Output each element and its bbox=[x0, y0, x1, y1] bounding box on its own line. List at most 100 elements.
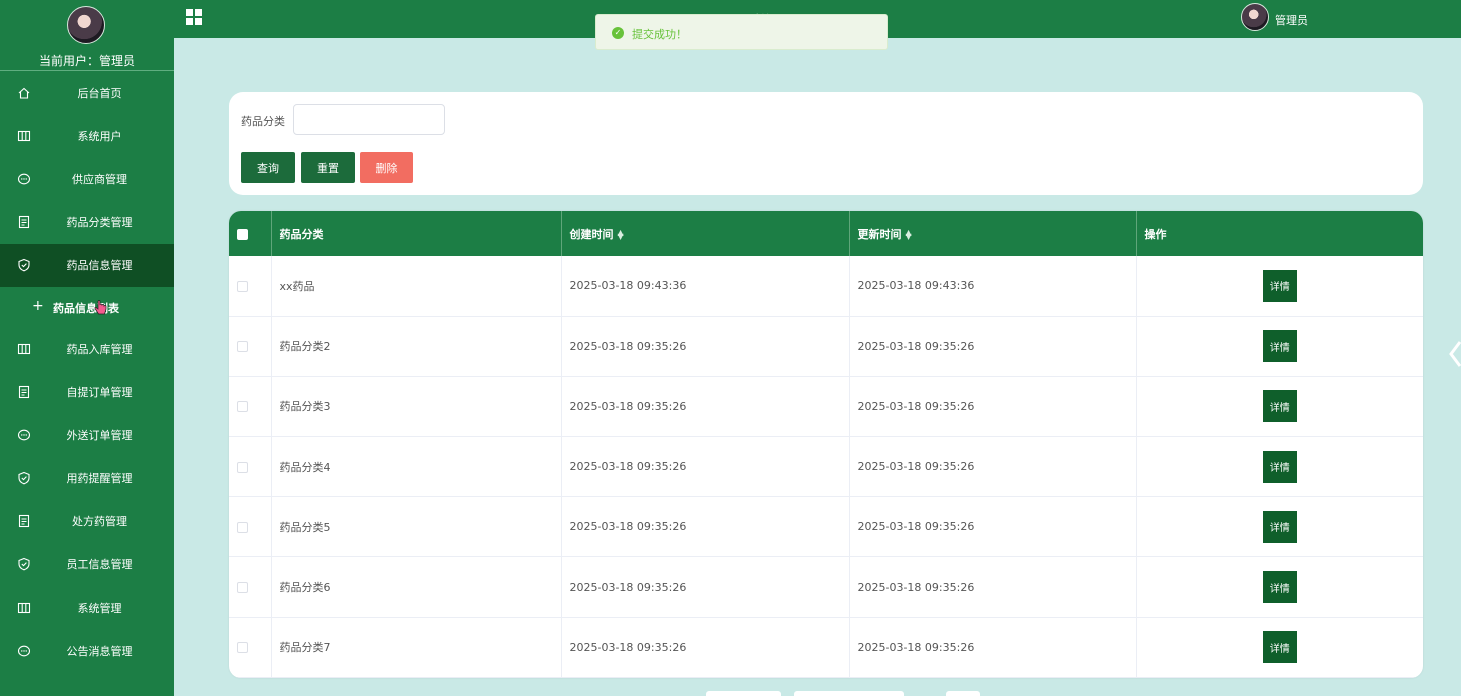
table-row: 药品分类7 2025-03-18 09:35:26 2025-03-18 09:35… bbox=[229, 617, 1423, 678]
toast-message: 提交成功！ bbox=[632, 28, 687, 41]
category-cell: 药品分类2 bbox=[271, 316, 562, 377]
sidebar: 当前用户：管理员 后台首页系统用户 供应商管理药品分类管理药品信息管理 + 药品信… bbox=[0, 0, 174, 696]
created-time-cell: 2025-03-18 09:35:26 bbox=[561, 617, 850, 678]
data-table-card: 药品分类 创建时间 ▲ ▼ 更新时间 ▲ ▼ 操作 xx药品 2025-03-18 09:… bbox=[229, 211, 1423, 678]
row-checkbox[interactable] bbox=[237, 642, 248, 654]
row-checkbox[interactable] bbox=[237, 280, 248, 292]
created-time-cell: 2025-03-18 09:35:26 bbox=[561, 556, 850, 618]
columns-icon bbox=[17, 602, 31, 613]
sidebar-item-label: 公告消息管理 bbox=[66, 644, 133, 658]
actions-cell: 详情 bbox=[1136, 617, 1423, 677]
row-checkbox[interactable] bbox=[237, 521, 248, 533]
header-created-time[interactable]: 创建时间 ▲ ▼ bbox=[561, 211, 850, 256]
sort-icon[interactable]: ▲ ▼ bbox=[906, 228, 912, 240]
category-cell: 药品分类5 bbox=[271, 496, 562, 557]
category-filter-input[interactable] bbox=[293, 104, 445, 135]
current-user-label: 当前用户： bbox=[38, 54, 99, 68]
sidebar-item[interactable]: 用药提醒管理 bbox=[0, 457, 174, 500]
document-icon bbox=[18, 216, 30, 229]
delete-button[interactable]: 删除 bbox=[360, 152, 413, 183]
sidebar-item-label: 系统管理 bbox=[77, 601, 122, 615]
table-row: xx药品 2025-03-18 09:43:36 2025-03-18 09:43:… bbox=[229, 256, 1423, 317]
data-table: 药品分类 创建时间 ▲ ▼ 更新时间 ▲ ▼ 操作 xx药品 2025-03-18 09:… bbox=[229, 211, 1423, 678]
detail-button[interactable]: 详情 bbox=[1262, 269, 1297, 302]
select-all-cell[interactable] bbox=[229, 211, 272, 256]
row-select-cell[interactable] bbox=[229, 617, 272, 678]
document-icon bbox=[18, 385, 30, 398]
created-time-cell: 2025-03-18 09:35:26 bbox=[561, 376, 850, 437]
top-avatar[interactable] bbox=[1241, 3, 1269, 31]
sidebar-item[interactable]: 药品分类管理 bbox=[0, 201, 174, 244]
category-cell: 药品分类7 bbox=[271, 617, 562, 678]
sidebar-user-panel: 当前用户：管理员 bbox=[0, 0, 174, 71]
sidebar-item[interactable]: 供应商管理 bbox=[0, 157, 174, 200]
detail-button[interactable]: 详情 bbox=[1262, 510, 1297, 543]
actions-cell: 详情 bbox=[1136, 316, 1423, 376]
row-select-cell[interactable] bbox=[229, 496, 272, 557]
table-row: 药品分类4 2025-03-18 09:35:26 2025-03-18 09:35… bbox=[229, 436, 1423, 497]
table-row: 药品分类2 2025-03-18 09:35:26 2025-03-18 09:35… bbox=[229, 316, 1423, 377]
hand-cursor-icon bbox=[94, 300, 107, 315]
row-select-cell[interactable] bbox=[229, 436, 272, 497]
check-circle-icon: ✓ bbox=[612, 27, 624, 39]
category-cell: 药品分类4 bbox=[271, 436, 562, 497]
detail-button[interactable]: 详情 bbox=[1262, 631, 1297, 664]
chat-icon bbox=[17, 429, 31, 441]
row-checkbox[interactable] bbox=[237, 582, 248, 594]
row-checkbox[interactable] bbox=[237, 341, 248, 353]
sidebar-item-label: 员工信息管理 bbox=[66, 558, 133, 572]
sort-icon[interactable]: ▲ ▼ bbox=[618, 228, 624, 240]
updated-time-cell: 2025-03-18 09:35:26 bbox=[849, 376, 1137, 437]
pagination-part[interactable] bbox=[706, 691, 781, 696]
actions-cell: 详情 bbox=[1136, 557, 1423, 617]
created-time-cell: 2025-03-18 09:35:26 bbox=[561, 496, 850, 557]
category-cell: 药品分类3 bbox=[271, 376, 562, 437]
filter-card: 药品分类 查询 重置 删除 bbox=[229, 92, 1423, 195]
table-row: 药品分类5 2025-03-18 09:35:26 2025-03-18 09:35… bbox=[229, 496, 1423, 557]
sidebar-item-label: 后台首页 bbox=[77, 86, 122, 100]
sidebar-item[interactable]: 药品信息管理 bbox=[0, 243, 174, 287]
row-checkbox[interactable] bbox=[237, 461, 248, 473]
row-select-cell[interactable] bbox=[229, 256, 272, 317]
current-user-text: 当前用户：管理员 bbox=[0, 52, 174, 69]
category-cell: xx药品 bbox=[271, 256, 562, 317]
detail-button[interactable]: 详情 bbox=[1262, 330, 1297, 363]
grid-menu-icon[interactable] bbox=[185, 8, 203, 26]
sidebar-item-label: 药品入库管理 bbox=[66, 342, 133, 356]
row-select-cell[interactable] bbox=[229, 556, 272, 618]
header-updated-time[interactable]: 更新时间 ▲ ▼ bbox=[849, 211, 1137, 256]
sidebar-item[interactable]: 外送订单管理 bbox=[0, 413, 174, 456]
select-all-checkbox[interactable] bbox=[237, 228, 248, 240]
category-filter-label: 药品分类 bbox=[241, 115, 285, 128]
detail-button[interactable]: 详情 bbox=[1262, 450, 1297, 483]
sidebar-item[interactable]: 公告消息管理 bbox=[0, 629, 174, 672]
row-checkbox[interactable] bbox=[237, 401, 248, 413]
sidebar-item[interactable]: 员工信息管理 bbox=[0, 543, 174, 586]
sidebar-item-label: 处方药管理 bbox=[72, 515, 127, 529]
pagination-part[interactable] bbox=[946, 691, 980, 696]
table-row: 药品分类6 2025-03-18 09:35:26 2025-03-18 09:35… bbox=[229, 556, 1423, 618]
reset-button[interactable]: 重置 bbox=[301, 152, 355, 183]
chat-icon bbox=[17, 173, 31, 185]
sidebar-item[interactable]: 后台首页 bbox=[0, 71, 174, 114]
chevron-left-icon[interactable] bbox=[1448, 340, 1461, 368]
sidebar-item[interactable]: 处方药管理 bbox=[0, 500, 174, 543]
row-select-cell[interactable] bbox=[229, 376, 272, 437]
sidebar-item[interactable]: 药品入库管理 bbox=[0, 327, 174, 370]
row-select-cell[interactable] bbox=[229, 316, 272, 377]
sidebar-item[interactable]: 系统用户 bbox=[0, 114, 174, 157]
document-icon bbox=[18, 515, 30, 528]
sidebar-item[interactable]: 系统管理 bbox=[0, 586, 174, 629]
pagination-part[interactable] bbox=[794, 691, 904, 696]
detail-button[interactable]: 详情 bbox=[1262, 571, 1297, 604]
shield-icon bbox=[18, 259, 30, 272]
detail-button[interactable]: 详情 bbox=[1262, 390, 1297, 423]
sidebar-item[interactable]: 自提订单管理 bbox=[0, 370, 174, 413]
top-admin-name[interactable]: 管理员 bbox=[1275, 12, 1308, 28]
user-avatar[interactable] bbox=[67, 6, 105, 44]
query-button[interactable]: 查询 bbox=[241, 152, 295, 183]
columns-icon bbox=[17, 130, 31, 141]
sidebar-subitem-drug-info-list[interactable]: + 药品信息列表 bbox=[0, 286, 174, 327]
updated-time-cell: 2025-03-18 09:35:26 bbox=[849, 496, 1137, 557]
sidebar-item-label: 药品分类管理 bbox=[66, 216, 133, 230]
